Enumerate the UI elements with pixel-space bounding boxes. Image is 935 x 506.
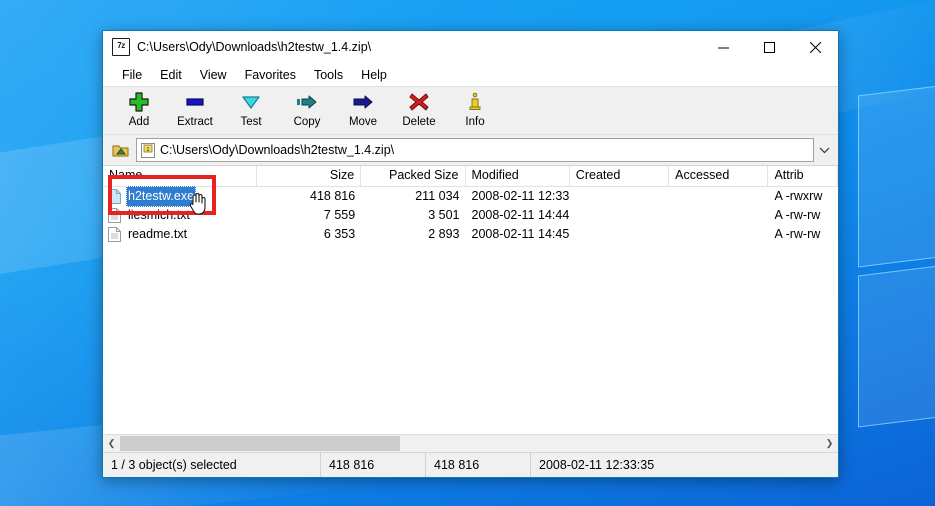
- file-rows: h2testw.exe 418 816 211 034 2008-02-11 1…: [103, 186, 838, 434]
- status-packed-size: 418 816: [426, 453, 531, 477]
- chevron-left-icon[interactable]: ❮: [103, 435, 120, 452]
- file-attributes-cell: A -rw-rw: [774, 208, 821, 222]
- extract-button[interactable]: Extract: [167, 87, 223, 132]
- status-selection: 1 / 3 object(s) selected: [103, 453, 321, 477]
- chevron-down-icon: [240, 90, 262, 114]
- move-arrow-icon: [352, 90, 374, 114]
- maximize-icon[interactable]: [746, 31, 792, 63]
- info-label: Info: [465, 116, 485, 128]
- up-folder-icon[interactable]: [107, 138, 134, 163]
- chevron-down-icon[interactable]: [814, 139, 834, 161]
- status-bar: 1 / 3 object(s) selected 418 816 418 816…: [103, 452, 838, 477]
- desktop: 7z C:\Users\Ody\Downloads\h2testw_1.4.zi…: [0, 0, 935, 506]
- menu-item-edit[interactable]: Edit: [151, 65, 191, 85]
- file-name-cell[interactable]: readme.txt: [103, 224, 257, 245]
- seven-zip-window: 7z C:\Users\Ody\Downloads\h2testw_1.4.zi…: [102, 30, 839, 478]
- address-bar: z C:\Users\Ody\Downloads\h2testw_1.4.zip…: [103, 135, 838, 165]
- file-name-cell[interactable]: h2testw.exe: [103, 186, 257, 207]
- plus-icon: [128, 90, 150, 114]
- toolbar: Add Extract Test Copy Move Delete Info: [103, 86, 838, 135]
- column-header-size[interactable]: Size: [257, 166, 362, 186]
- copy-button[interactable]: Copy: [279, 87, 335, 132]
- table-row[interactable]: liesmich.txt 7 559 3 501 2008-02-11 14:4…: [103, 206, 838, 225]
- test-label: Test: [240, 116, 262, 128]
- window-controls: [700, 31, 838, 63]
- column-header-attributes[interactable]: Attrib: [768, 166, 838, 186]
- extract-label: Extract: [177, 116, 213, 128]
- menu-item-tools[interactable]: Tools: [305, 65, 352, 85]
- delete-label: Delete: [402, 116, 436, 128]
- copy-label: Copy: [293, 116, 321, 128]
- svg-text:z: z: [147, 147, 150, 153]
- move-button[interactable]: Move: [335, 87, 391, 132]
- file-name-label: readme.txt: [128, 227, 188, 241]
- address-path: C:\Users\Ody\Downloads\h2testw_1.4.zip\: [160, 143, 395, 157]
- test-button[interactable]: Test: [223, 87, 279, 132]
- status-modified: 2008-02-11 12:33:35: [539, 458, 655, 472]
- file-name-cell[interactable]: liesmich.txt: [103, 205, 257, 226]
- minimize-icon[interactable]: [700, 31, 746, 63]
- exe-file-icon: [108, 189, 121, 204]
- menu-item-help[interactable]: Help: [352, 65, 396, 85]
- menu-item-view[interactable]: View: [191, 65, 236, 85]
- add-button[interactable]: Add: [111, 87, 167, 132]
- zip-file-icon: z: [141, 142, 155, 158]
- file-modified-cell: 2008-02-11 14:44: [471, 208, 570, 222]
- file-modified-cell: 2008-02-11 14:45: [471, 227, 570, 241]
- chevron-right-icon[interactable]: ❯: [821, 435, 838, 452]
- status-size: 418 816: [321, 453, 426, 477]
- menu-item-file[interactable]: File: [113, 65, 151, 85]
- column-header-accessed[interactable]: Accessed: [669, 166, 769, 186]
- file-attributes-cell: A -rw-rw: [774, 227, 821, 241]
- column-header-created[interactable]: Created: [570, 166, 670, 186]
- table-row[interactable]: readme.txt 6 353 2 893 2008-02-11 14:45 …: [103, 225, 838, 244]
- title-bar: 7z C:\Users\Ody\Downloads\h2testw_1.4.zi…: [103, 31, 838, 63]
- column-header-name[interactable]: Name: [103, 166, 257, 186]
- move-label: Move: [348, 116, 378, 128]
- wallpaper-logo-pane: [858, 260, 935, 428]
- file-modified-cell: 2008-02-11 12:33: [471, 189, 570, 203]
- file-packed-size-cell: 211 034: [415, 189, 460, 203]
- close-icon[interactable]: [792, 31, 838, 63]
- extract-bar-icon: [184, 90, 206, 114]
- info-icon: [464, 90, 486, 114]
- wallpaper-logo-pane: [858, 80, 935, 268]
- delete-x-icon: [408, 90, 430, 114]
- column-header-row: Name Size Packed Size Modified Created A…: [103, 166, 838, 187]
- column-header-packed-size[interactable]: Packed Size: [361, 166, 466, 186]
- file-list: Name Size Packed Size Modified Created A…: [103, 165, 838, 452]
- text-file-icon: [108, 227, 121, 242]
- file-name-label: h2testw.exe: [126, 186, 197, 207]
- file-name-label: liesmich.txt: [128, 208, 190, 222]
- 7z-icon: 7z: [112, 38, 130, 56]
- menu-item-favorites[interactable]: Favorites: [236, 65, 305, 85]
- scrollbar-track[interactable]: [120, 435, 821, 452]
- file-size-cell: 7 559: [323, 208, 356, 222]
- file-packed-size-cell: 2 893: [428, 227, 460, 241]
- menu-bar: File Edit View Favorites Tools Help: [103, 63, 838, 86]
- table-row[interactable]: h2testw.exe 418 816 211 034 2008-02-11 1…: [103, 186, 838, 207]
- window-title: C:\Users\Ody\Downloads\h2testw_1.4.zip\: [137, 40, 372, 54]
- horizontal-scrollbar[interactable]: ❮ ❯: [103, 434, 838, 452]
- add-label: Add: [128, 116, 150, 128]
- file-attributes-cell: A -rwxrw: [774, 189, 823, 203]
- column-header-modified[interactable]: Modified: [466, 166, 570, 186]
- copy-arrow-icon: [296, 90, 318, 114]
- file-size-cell: 6 353: [323, 227, 356, 241]
- delete-button[interactable]: Delete: [391, 87, 447, 132]
- file-size-cell: 418 816: [310, 189, 356, 203]
- address-input[interactable]: z C:\Users\Ody\Downloads\h2testw_1.4.zip…: [136, 138, 814, 162]
- info-button[interactable]: Info: [447, 87, 503, 132]
- scrollbar-thumb[interactable]: [120, 436, 401, 451]
- text-file-icon: [108, 208, 121, 223]
- file-packed-size-cell: 3 501: [428, 208, 460, 222]
